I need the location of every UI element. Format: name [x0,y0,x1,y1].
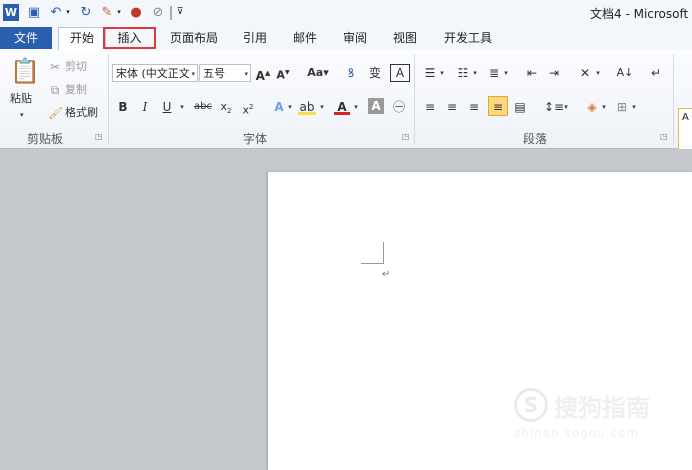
copy-icon[interactable]: ⧉ [48,81,62,99]
align-center-icon[interactable]: ≡ [444,98,460,116]
show-marks-icon[interactable]: ↵ [648,64,664,82]
font-size-select[interactable]: 五号 ▾ [199,64,251,82]
text-effects-dropdown-icon[interactable]: ▾ [286,98,294,116]
font-launcher-icon[interactable]: ◳ [402,132,410,141]
bold-icon[interactable]: B [116,98,130,116]
subscript-icon[interactable]: x2 [218,98,234,116]
save-icon[interactable]: ▣ [26,4,42,21]
align-right-icon[interactable]: ≡ [466,98,482,116]
redo-icon[interactable]: ↻ [78,4,94,21]
toolbar-divider [170,6,172,20]
character-shading-icon[interactable]: A [368,98,384,114]
decrease-indent-icon[interactable]: ⇤ [524,64,540,82]
tab-file[interactable]: 文件 [0,27,52,49]
ribbon-tabs: 文件 开始 插入 页面布局 引用 邮件 审阅 视图 开发工具 [0,26,692,51]
numbering-dropdown-icon[interactable]: ▾ [471,64,479,82]
word-icon[interactable]: W [3,4,19,21]
shrink-font-icon[interactable]: A▼ [275,64,291,82]
numbering-icon[interactable]: ☷ [455,64,471,82]
group-divider [108,54,109,144]
underline-icon[interactable]: U [160,98,174,116]
sogou-logo-icon: S [514,388,548,422]
ribbon: 📋 粘贴 ▾ ✂ 剪切 ⧉ 复制 🖌 格式刷 剪贴板 ◳ 宋体 (中文正文 ▾ … [0,50,692,160]
increase-indent-icon[interactable]: ⇥ [546,64,562,82]
sort-icon[interactable]: A↓ [616,64,634,82]
brush-dropdown-icon[interactable]: ▾ [115,4,123,21]
shading-dropdown-icon[interactable]: ▾ [600,98,608,116]
group-divider [673,54,674,144]
tab-references[interactable]: 引用 [234,28,276,48]
font-name-dropdown-icon[interactable]: ▾ [191,65,195,81]
bullets-dropdown-icon[interactable]: ▾ [438,64,446,82]
cut-button[interactable]: 剪切 [65,58,87,76]
clear-format-icon[interactable]: ꝸ [342,64,360,82]
font-size-value: 五号 [203,67,225,80]
font-color-icon[interactable]: A [334,98,350,115]
borders-dropdown-icon[interactable]: ▾ [630,98,638,116]
font-color-dropdown-icon[interactable]: ▾ [352,98,360,116]
tab-home[interactable]: 开始 [58,27,106,50]
line-spacing-dropdown-icon[interactable]: ▾ [562,98,570,116]
borders-icon[interactable]: ⊞ [614,98,630,116]
format-painter-button[interactable]: 格式刷 [65,104,98,122]
grow-font-icon[interactable]: A▲ [255,64,271,83]
shading-icon[interactable]: ◈ [584,98,600,116]
paragraph-group-label: 段落 [522,132,547,146]
superscript-icon[interactable]: x2 [240,98,256,117]
draw-icon[interactable]: ⊘ [150,4,166,21]
line-spacing-icon[interactable]: ↕≡ [544,98,564,116]
highlight-dropdown-icon[interactable]: ▾ [318,98,326,116]
tab-developer[interactable]: 开发工具 [436,28,500,48]
cut-icon[interactable]: ✂ [48,58,62,76]
justify-icon[interactable]: ≡ [488,96,508,116]
strikethrough-icon[interactable]: abc [193,98,213,116]
character-border-icon[interactable]: A [390,64,410,82]
multilevel-list-icon[interactable]: ≣ [486,64,502,82]
italic-icon[interactable]: I [138,98,152,116]
distributed-icon[interactable]: ▤ [512,98,528,116]
align-left-icon[interactable]: ≡ [422,98,438,116]
paste-icon[interactable]: 📋 [10,56,40,86]
undo-dropdown-icon[interactable]: ▾ [64,4,72,21]
font-name-value: 宋体 (中文正文 [116,67,190,80]
format-painter-icon[interactable]: 🖌 [48,104,63,122]
font-group-label: 字体 [242,132,267,146]
title-bar: W ▣ ↶ ▾ ↻ ✎ ▾ ● ⊘ ⊽ 文档4 - Microsoft [0,0,692,26]
paragraph-launcher-icon[interactable]: ◳ [660,132,668,141]
paragraph-mark-icon: ↵ [382,269,391,280]
customize-toolbar-icon[interactable]: ⊽ [175,4,185,21]
crop-mark-vertical [383,242,384,264]
underline-dropdown-icon[interactable]: ▾ [178,98,186,116]
tab-insert[interactable]: 插入 [103,27,156,49]
copy-button[interactable]: 复制 [65,81,87,99]
group-divider [414,54,415,144]
phonetic-guide-icon[interactable]: 变 [366,64,384,82]
tab-view[interactable]: 视图 [384,28,426,48]
font-size-dropdown-icon[interactable]: ▾ [244,65,248,81]
text-effects-icon[interactable]: A [271,98,287,116]
bullets-icon[interactable]: ☰ [422,64,438,82]
crop-mark-horizontal [361,263,383,264]
watermark-url: zhinan.sogou.com [514,426,640,440]
watermark-brand: 搜狗指南 [554,394,650,422]
clipboard-launcher-icon[interactable]: ◳ [95,132,103,141]
chinese-layout-icon[interactable]: ✕ [576,64,594,82]
clipboard-group-label: 剪贴板 [26,132,63,146]
undo-icon[interactable]: ↶ [48,4,64,21]
window-title: 文档4 - Microsoft [590,7,689,21]
multilevel-dropdown-icon[interactable]: ▾ [502,64,510,82]
enclose-characters-icon[interactable]: ㊀ [390,98,408,116]
change-case-icon[interactable]: Aa▾ [305,64,331,82]
tab-review[interactable]: 审阅 [334,28,376,48]
paste-dropdown-icon[interactable]: ▾ [20,106,24,124]
chinese-layout-dropdown-icon[interactable]: ▾ [594,64,602,82]
tab-mailings[interactable]: 邮件 [284,28,326,48]
highlight-icon[interactable]: ab [298,98,316,115]
tab-page-layout[interactable]: 页面布局 [164,28,224,48]
font-name-select[interactable]: 宋体 (中文正文 ▾ [112,64,198,82]
brush-icon[interactable]: ✎ [99,4,115,21]
color-wheel-icon[interactable]: ● [128,4,144,21]
